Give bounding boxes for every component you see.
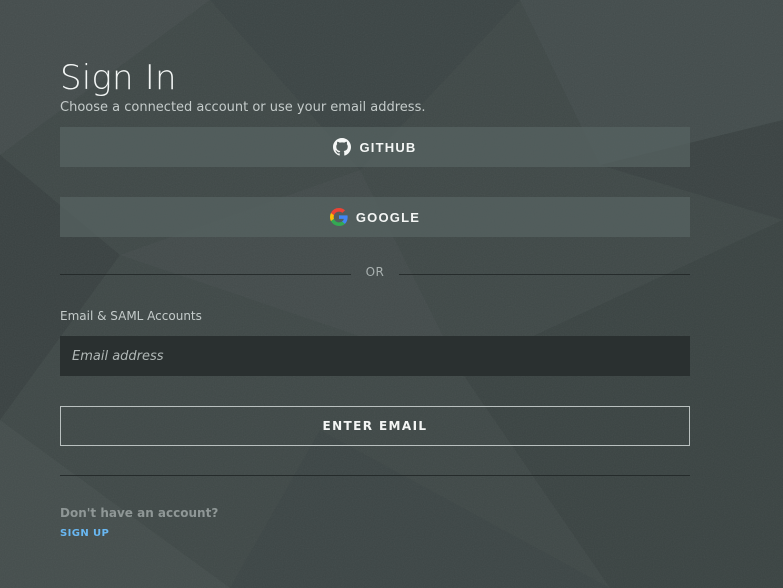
enter-email-button[interactable]: ENTER EMAIL <box>60 406 690 446</box>
or-divider: OR <box>60 264 690 284</box>
email-input[interactable] <box>60 336 690 376</box>
sign-in-panel: Sign In Choose a connected account or us… <box>60 58 690 540</box>
google-sign-in-button[interactable]: GOOGLE <box>60 197 690 237</box>
google-icon <box>329 208 348 226</box>
github-button-label: GITHUB <box>359 139 417 155</box>
google-button-label: GOOGLE <box>355 209 421 225</box>
github-icon <box>333 138 352 156</box>
page-title: Sign In <box>60 58 177 98</box>
or-divider-text: OR <box>365 265 385 279</box>
footer-divider <box>60 475 690 476</box>
github-sign-in-button[interactable]: GITHUB <box>60 127 690 167</box>
signup-question: Don't have an account? <box>60 506 219 520</box>
page-subtitle: Choose a connected account or use your e… <box>60 100 426 115</box>
sign-up-link[interactable]: SIGN UP <box>60 528 109 540</box>
email-saml-section-label: Email & SAML Accounts <box>60 309 202 323</box>
